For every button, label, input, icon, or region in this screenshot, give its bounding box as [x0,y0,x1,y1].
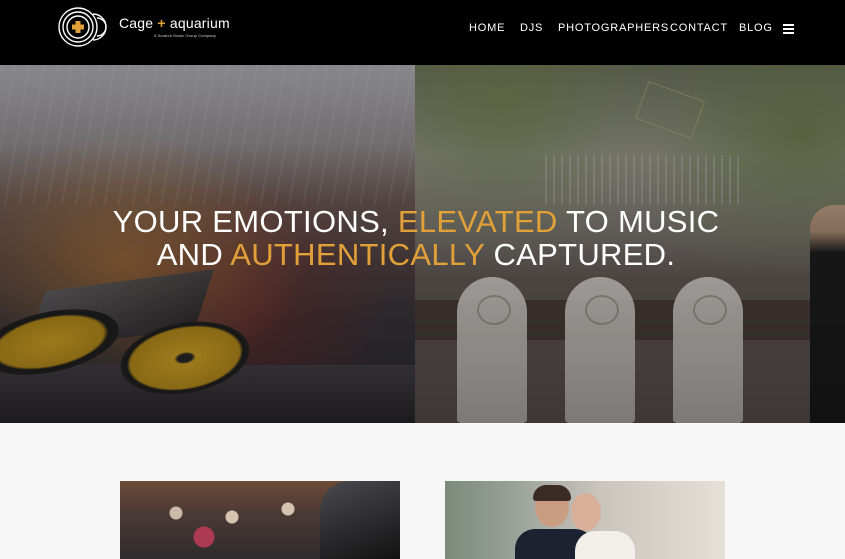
logo-brand: Cage [119,15,154,31]
headline-line2-gold: AUTHENTICALLY [230,237,485,272]
nav-contact[interactable]: CONTACT [670,22,728,34]
headline-line2-b: CAPTURED. [484,237,676,272]
nav-photographers[interactable]: PHOTOGRAPHERS [558,22,669,34]
nav-home[interactable]: HOME [469,22,505,34]
headline-line1-b: TO MUSIC [557,204,720,239]
logo-wordmark: Cage + aquarium [119,15,230,31]
site-header: Cage + aquarium A Scratch Music Group Co… [0,0,845,65]
logo-brand2: aquarium [169,15,230,31]
headline-line2-a: AND [156,237,231,272]
photographers-thumbnail[interactable] [445,481,725,559]
logo-tagline: A Scratch Music Group Company [154,33,217,38]
content-section [0,423,845,559]
hero-banner: YOUR EMOTIONS, ELEVATED TO MUSIC AND AUT… [0,65,845,423]
nav-blog[interactable]: BLOG [739,22,773,34]
logo-mark-icon [58,7,107,47]
hamburger-menu-icon[interactable] [783,24,794,34]
logo-plus: + [157,15,166,31]
headline-line1-a: YOUR EMOTIONS, [112,204,398,239]
djs-thumbnail[interactable] [120,481,400,559]
nav-djs[interactable]: DJS [520,22,543,34]
headline-line1-gold: ELEVATED [397,204,558,239]
logo[interactable]: Cage + aquarium A Scratch Music Group Co… [57,6,230,48]
hero-headline: YOUR EMOTIONS, ELEVATED TO MUSIC AND AUT… [0,205,832,271]
